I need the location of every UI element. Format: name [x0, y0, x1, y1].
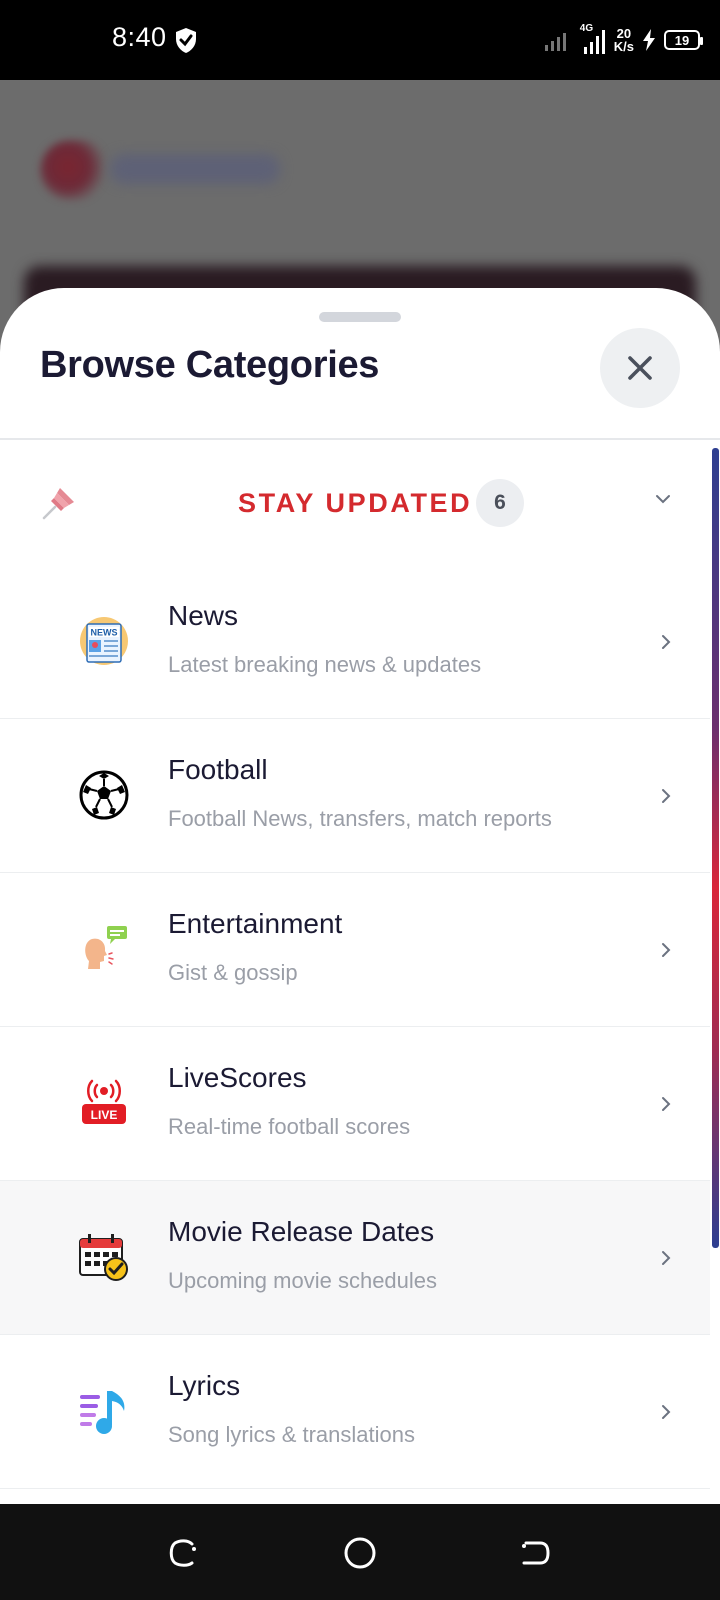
count-badge: 6: [476, 479, 524, 527]
shield-check-icon: [176, 28, 196, 53]
chevron-right-icon: [662, 1251, 671, 1265]
newspaper-icon: NEWS: [80, 617, 128, 665]
category-title: Lyrics: [168, 1370, 241, 1401]
categories-scroll-area[interactable]: STAY UPDATED 6 NEWS News Latest breaking…: [0, 440, 710, 1504]
svg-text:NEWS: NEWS: [91, 628, 118, 638]
chevron-right-icon: [662, 789, 671, 803]
signal-4g-group: 4G: [578, 23, 606, 55]
signal-weak-icon: [544, 33, 566, 51]
back-icon[interactable]: [518, 1536, 552, 1570]
svg-text:LIVE: LIVE: [91, 1108, 118, 1122]
section-header-stay-updated[interactable]: STAY UPDATED 6: [0, 440, 710, 565]
category-item-livescores[interactable]: LIVE LiveScores Real-time football score…: [0, 1027, 710, 1181]
scrollbar[interactable]: [712, 448, 719, 1248]
site-logo: [40, 140, 280, 200]
category-item-football[interactable]: Football Football News, transfers, match…: [0, 719, 710, 873]
chevron-right-icon: [662, 635, 671, 649]
category-item-lyrics[interactable]: Lyrics Song lyrics & translations: [0, 1335, 710, 1489]
charging-bolt-icon: [643, 29, 655, 51]
recents-icon[interactable]: [166, 1536, 200, 1570]
status-bar: 8:40 4G 20 K/s 19: [0, 0, 720, 80]
category-subtitle: Gist & gossip: [168, 960, 298, 985]
categories-bottom-sheet: Browse Categories STAY UPDATED 6 NEWS Ne…: [0, 288, 720, 1504]
category-title: Entertainment: [168, 908, 343, 939]
logo-wordmark: [110, 154, 280, 184]
category-item-news[interactable]: NEWS News Latest breaking news & updates: [0, 565, 710, 719]
battery-icon: 19: [664, 30, 703, 50]
pushpin-icon: [42, 488, 74, 520]
category-subtitle: Football News, transfers, match reports: [168, 806, 552, 831]
drag-handle[interactable]: [319, 312, 401, 322]
close-button[interactable]: [600, 328, 680, 408]
network-speed: 20 K/s: [614, 27, 634, 53]
chevron-right-icon: [662, 943, 671, 957]
category-item-entertainment[interactable]: Entertainment Gist & gossip: [0, 873, 710, 1027]
sheet-title: Browse Categories: [40, 344, 380, 386]
category-subtitle: Song lyrics & translations: [168, 1422, 415, 1447]
chevron-right-icon: [662, 1097, 671, 1111]
category-title: Football: [168, 754, 268, 785]
category-title: Movie Release Dates: [168, 1216, 435, 1247]
logo-mark: [40, 140, 110, 200]
category-list: NEWS News Latest breaking news & updates: [0, 565, 710, 1489]
category-item-movie-release-dates[interactable]: Movie Release Dates Upcoming movie sched…: [0, 1181, 710, 1335]
section-title: STAY UPDATED: [238, 488, 473, 518]
category-subtitle: Latest breaking news & updates: [168, 652, 482, 677]
close-icon: [628, 356, 652, 380]
calendar-check-icon: [79, 1234, 128, 1281]
home-icon[interactable]: [343, 1536, 377, 1570]
music-list-icon: [80, 1391, 125, 1434]
category-title: LiveScores: [168, 1062, 307, 1093]
system-nav-bar: [0, 1504, 720, 1600]
network-speed-unit: K/s: [613, 39, 634, 54]
soccer-ball-icon: [79, 770, 129, 820]
category-title: News: [168, 600, 239, 631]
status-time: 8:40: [112, 22, 167, 52]
category-subtitle: Real-time football scores: [168, 1114, 411, 1139]
live-broadcast-icon: LIVE: [82, 1079, 126, 1124]
status-indicators: 4G 20 K/s 19: [544, 22, 703, 58]
network-type-label: 4G: [579, 23, 594, 34]
chevron-right-icon: [662, 1405, 671, 1419]
battery-level: 19: [674, 32, 690, 48]
speaking-head-icon: [85, 926, 127, 969]
category-subtitle: Upcoming movie schedules: [168, 1268, 438, 1293]
chevron-down-icon[interactable]: [654, 490, 672, 508]
